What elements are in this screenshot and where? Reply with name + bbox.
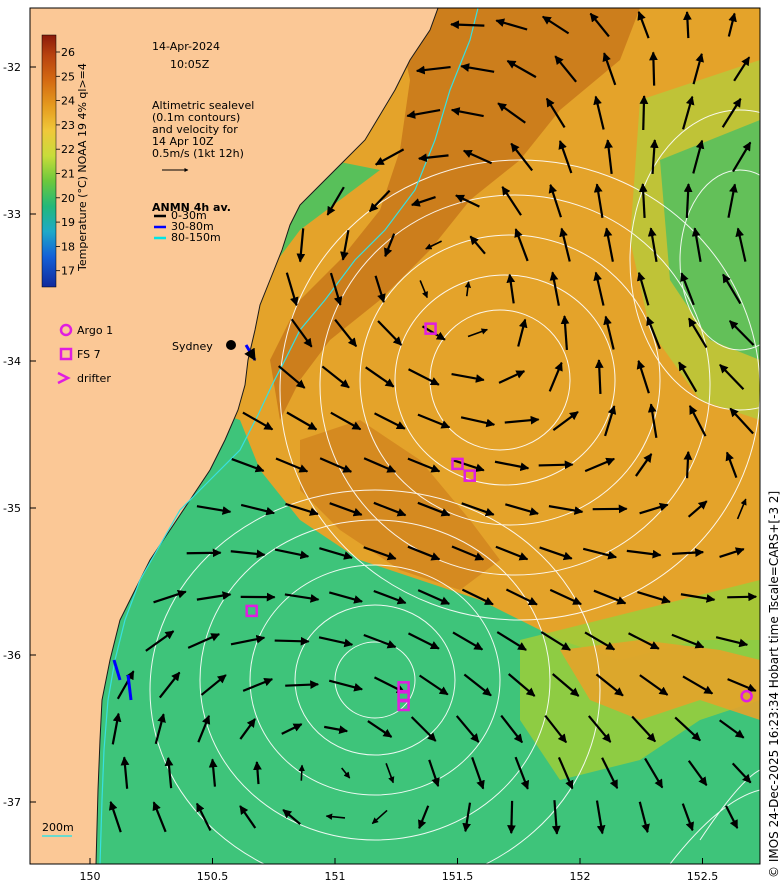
- velocity-arrow: [275, 641, 309, 642]
- velocity-arrow: [301, 765, 302, 780]
- colorbar-tick-label: 22: [61, 143, 75, 156]
- altimetry-note-line: 0.5m/s (1kt 12h): [152, 147, 244, 160]
- velocity-arrow: [687, 12, 688, 38]
- map-figure: 26 25 24 23 22 21 20 19 18 17 Temperature (°C) NO…: [0, 0, 780, 890]
- isobath-scale-label: 200m: [42, 821, 74, 834]
- y-tick-label: -36: [3, 649, 21, 662]
- sydney-label: Sydney: [172, 340, 213, 353]
- velocity-arrow: [653, 52, 654, 85]
- colorbar-tick-label: 18: [61, 240, 75, 253]
- colorbar-gradient: [42, 35, 56, 287]
- velocity-arrow: [643, 96, 644, 130]
- colorbar-tick-label: 21: [61, 168, 75, 181]
- colorbar-tick-label: 17: [61, 265, 75, 278]
- x-tick-label: 151: [325, 870, 346, 883]
- instrument-legend-label: Argo 1: [77, 324, 113, 337]
- colorbar-tick-label: 25: [61, 70, 75, 83]
- time-label: 10:05Z: [170, 58, 210, 71]
- sydney-marker: [226, 340, 236, 350]
- x-tick-label: 152.5: [687, 870, 719, 883]
- instrument-legend-label: FS 7: [77, 348, 101, 361]
- date-label: 14-Apr-2024: [152, 40, 220, 53]
- colorbar-tick-label: 19: [61, 216, 75, 229]
- colorbar-label: Temperature (°C) NOAA 19 4% ql>=4: [76, 63, 89, 272]
- colorbar-tick-label: 24: [61, 95, 75, 108]
- velocity-arrow: [727, 597, 756, 598]
- velocity-arrow: [451, 24, 484, 25]
- velocity-arrow: [539, 465, 573, 466]
- x-tick-label: 150: [80, 870, 101, 883]
- y-tick-label: -32: [3, 61, 21, 74]
- anmn-legend-label: 80-150m: [171, 231, 221, 244]
- y-tick-label: -34: [3, 355, 21, 368]
- x-tick-label: 152: [570, 870, 591, 883]
- instrument-legend-label: drifter: [77, 372, 111, 385]
- velocity-arrow: [285, 684, 318, 685]
- velocity-arrow: [687, 452, 688, 478]
- credit-line: © IMOS 24-Dec-2025 16:23:34 Hobart time …: [767, 491, 780, 878]
- colorbar-tick-label: 26: [61, 46, 75, 59]
- y-tick-label: -35: [3, 502, 21, 515]
- map-layers: [30, 8, 780, 890]
- velocity-arrow: [511, 801, 512, 833]
- y-tick-label: -33: [3, 208, 21, 221]
- sst-map: 26 25 24 23 22 21 20 19 18 17 Temperature (°C) NO…: [0, 0, 780, 890]
- x-tick-label: 150.5: [197, 870, 229, 883]
- colorbar-tick-label: 20: [61, 192, 75, 205]
- velocity-arrow: [599, 360, 600, 394]
- x-tick-label: 151.5: [442, 870, 474, 883]
- colorbar-tick-label: 23: [61, 119, 75, 132]
- y-tick-label: -37: [3, 796, 21, 809]
